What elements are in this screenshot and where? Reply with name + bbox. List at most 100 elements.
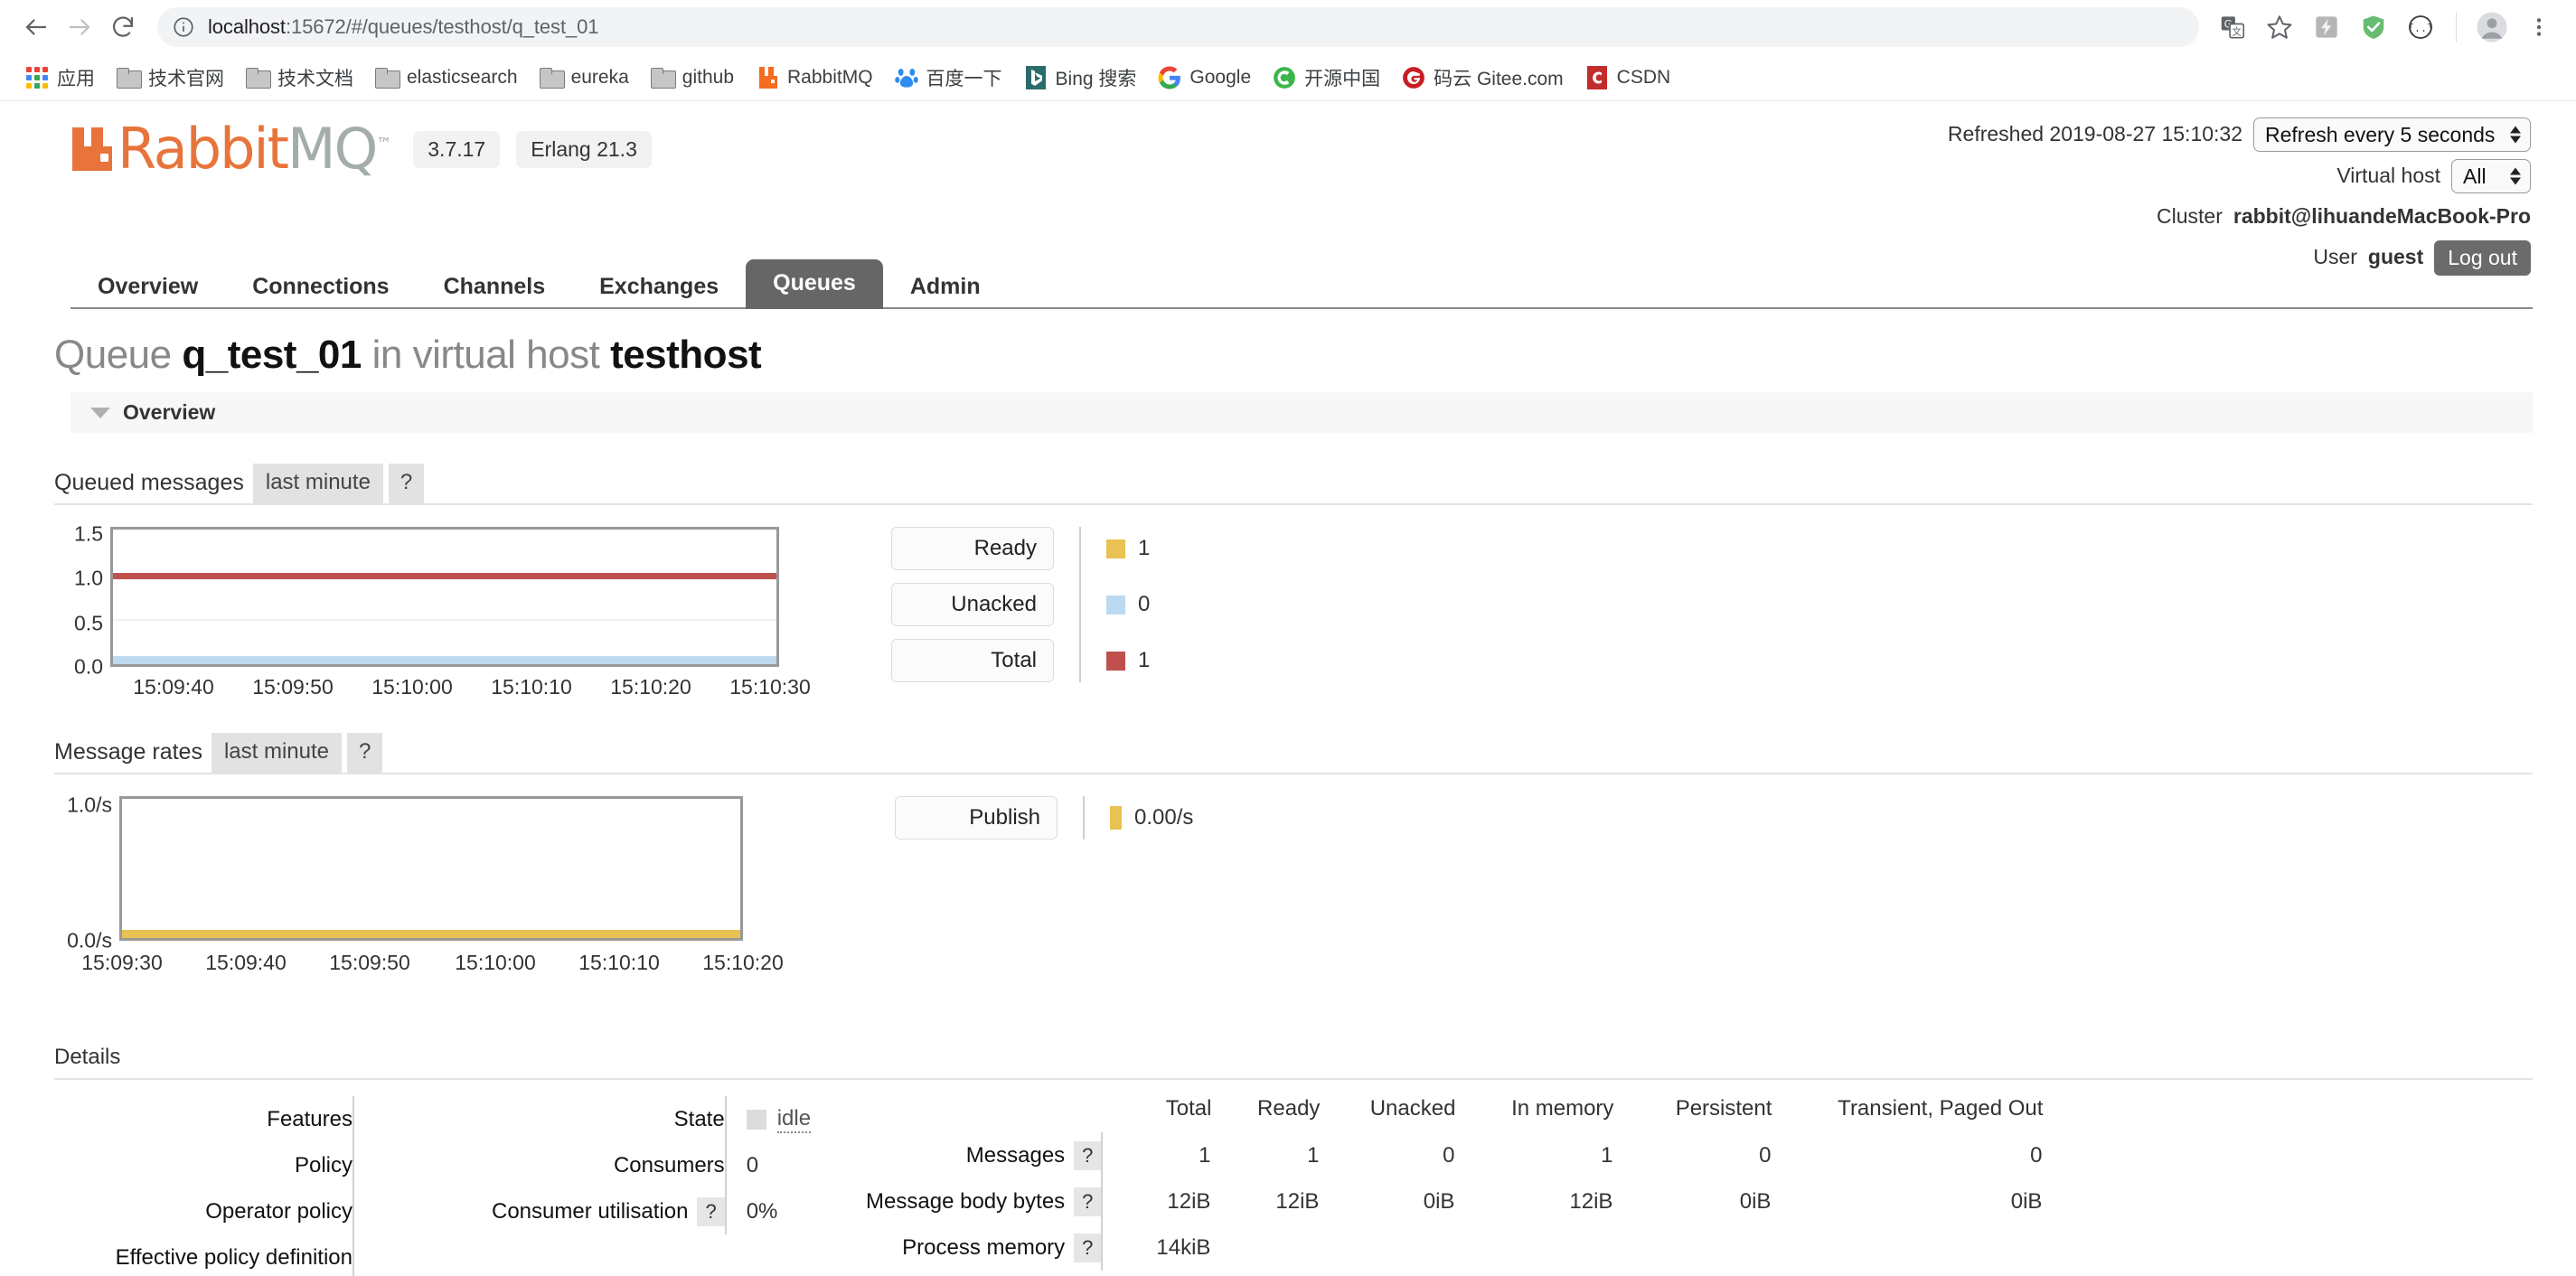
queued-messages-help-chip[interactable]: ? xyxy=(388,464,425,503)
ytick: 1.5 xyxy=(74,521,103,546)
detail-value-state: idle xyxy=(727,1096,812,1142)
adguard-shield-icon[interactable] xyxy=(2353,6,2394,48)
bookmark-google[interactable]: Google xyxy=(1147,61,1262,95)
profile-avatar-icon[interactable] xyxy=(2471,6,2513,48)
tab-channels[interactable]: Channels xyxy=(417,265,573,309)
version-badge: 3.7.17 xyxy=(413,131,501,168)
help-icon[interactable]: ? xyxy=(1074,1140,1102,1170)
bing-icon xyxy=(1024,65,1048,89)
bookmark-elasticsearch[interactable]: elasticsearch xyxy=(364,61,529,95)
chrome-menu-icon[interactable] xyxy=(2518,6,2560,48)
bookmark-star-icon[interactable] xyxy=(2259,6,2300,48)
stats-col-unacked: Unacked xyxy=(1369,1096,1456,1121)
lightning-extension-icon[interactable] xyxy=(2306,6,2347,48)
total-value: 1 xyxy=(1138,648,1151,672)
ytick: 0.0/s xyxy=(67,928,112,952)
ready-value: 1 xyxy=(1138,536,1151,560)
legend-divider xyxy=(1079,527,1081,682)
refresh-interval-select-wrap[interactable]: Refresh every 5 seconds xyxy=(2253,117,2531,152)
help-icon[interactable]: ? xyxy=(697,1196,725,1226)
tab-overview[interactable]: Overview xyxy=(71,265,225,309)
bookmark-label: Google xyxy=(1189,66,1252,88)
translate-icon[interactable]: G文 xyxy=(2212,6,2253,48)
google-icon xyxy=(1158,66,1181,89)
queued-messages-period-chip[interactable]: last minute xyxy=(252,464,383,503)
detail-value-consumers: 0 xyxy=(746,1152,759,1177)
xtick: 15:09:50 xyxy=(329,951,410,974)
refresh-interval-select[interactable]: Refresh every 5 seconds xyxy=(2253,117,2531,152)
table-row: Messages? 1 1 0 1 0 0 xyxy=(865,1132,2043,1178)
details-mid-col: State Consumers Consumer utilisation ? i… xyxy=(492,1096,812,1234)
state-square-icon xyxy=(746,1109,766,1130)
xtick: 15:09:30 xyxy=(81,951,163,974)
xtick: 15:10:00 xyxy=(455,951,536,974)
stats-table: Total Ready Unacked In memory Persistent… xyxy=(865,1096,2043,1271)
help-icon[interactable]: ? xyxy=(1074,1187,1102,1216)
xtick: 15:10:00 xyxy=(371,675,453,699)
message-rates-help-chip[interactable]: ? xyxy=(347,733,383,773)
bookmark-csdn[interactable]: CSDN xyxy=(1575,61,1682,95)
bookmark-label: elasticsearch xyxy=(407,66,518,88)
url-text: localhost:15672/#/queues/testhost/q_test… xyxy=(208,15,599,38)
table-row: Message body bytes? 12iB 12iB 0iB 12iB 0… xyxy=(865,1178,2043,1224)
bookmark-tech-docs[interactable]: 技术文档 xyxy=(235,59,364,97)
reload-icon[interactable] xyxy=(103,7,143,47)
bookmark-apps[interactable]: 应用 xyxy=(14,59,106,97)
swatch-ready-icon xyxy=(1106,539,1125,558)
queued-messages-legend: Ready Unacked Total 1 0 1 xyxy=(891,527,1150,682)
main-nav-tabs: Overview Connections Channels Exchanges … xyxy=(71,253,2533,309)
stats-label-text: Messages xyxy=(965,1142,1066,1168)
stats-col-total: Total xyxy=(1165,1096,1212,1121)
message-rates-title: Message rates xyxy=(54,739,202,765)
unacked-button[interactable]: Unacked xyxy=(891,583,1054,626)
gitee-icon xyxy=(1402,66,1425,89)
queued-messages-chart: 0.0 0.5 1.0 1.5 15:09:40 15:09:50 15:10:… xyxy=(54,522,844,702)
tab-exchanges[interactable]: Exchanges xyxy=(572,265,746,309)
vhost-label: Virtual host xyxy=(2336,164,2440,188)
address-bar[interactable]: localhost:15672/#/queues/testhost/q_test… xyxy=(157,7,2199,47)
bookmark-rabbitmq[interactable]: RabbitMQ xyxy=(745,61,884,95)
bookmark-baidu[interactable]: 百度一下 xyxy=(884,59,1013,97)
oschina-icon xyxy=(1273,66,1296,89)
bookmark-eureka[interactable]: eureka xyxy=(529,61,640,95)
apps-grid-icon xyxy=(25,66,49,89)
tab-admin[interactable]: Admin xyxy=(883,265,1008,309)
site-info-icon[interactable] xyxy=(172,15,195,39)
bookmark-tech-official[interactable]: 技术官网 xyxy=(106,59,235,97)
bookmark-oschina[interactable]: 开源中国 xyxy=(1262,59,1391,97)
vhost-select[interactable]: All xyxy=(2451,159,2531,193)
details-grid: Features Policy Operator policy Effectiv… xyxy=(54,1096,2533,1276)
bookmark-label: github xyxy=(682,66,734,88)
refreshed-label: Refreshed 2019-08-27 15:10:32 xyxy=(1947,122,2242,146)
publish-button[interactable]: Publish xyxy=(895,796,1058,840)
vhost-select-wrap[interactable]: All xyxy=(2451,159,2531,193)
ytick: 0.0 xyxy=(74,654,103,679)
queued-legend-values: 1 0 1 xyxy=(1106,527,1150,682)
ytick: 1.0/s xyxy=(67,793,112,817)
rabbitmq-header: RabbitMQ™ 3.7.17 Erlang 21.3 Refreshed 2… xyxy=(0,101,2576,276)
forward-arrow-icon[interactable] xyxy=(60,7,99,47)
logo-rabbit-text: Rabbit xyxy=(118,116,289,182)
message-rates-period-chip[interactable]: last minute xyxy=(211,733,343,773)
rabbitmq-logo[interactable]: RabbitMQ™ xyxy=(71,121,391,177)
page-title: Queue q_test_01 in virtual host testhost xyxy=(54,333,2576,378)
tab-queues[interactable]: Queues xyxy=(746,259,883,309)
details-divider xyxy=(353,1096,354,1276)
bookmark-bing[interactable]: Bing 搜索 xyxy=(1013,59,1148,97)
tab-connections[interactable]: Connections xyxy=(225,265,416,309)
xtick: 15:10:20 xyxy=(702,951,784,974)
folder-icon xyxy=(539,66,565,89)
json-viewer-icon[interactable]: {..} xyxy=(2400,6,2441,48)
queued-chart-plot xyxy=(110,527,779,667)
back-arrow-icon[interactable] xyxy=(16,7,56,47)
queued-chart-yaxis: 0.0 0.5 1.0 1.5 xyxy=(54,522,110,679)
bookmark-github[interactable]: github xyxy=(640,61,745,95)
table-row: Process memory? 14kiB xyxy=(865,1224,2043,1271)
help-icon[interactable]: ? xyxy=(1074,1233,1102,1262)
total-button[interactable]: Total xyxy=(891,639,1054,682)
details-left-labels: Features Policy Operator policy Effectiv… xyxy=(54,1096,353,1276)
xtick: 15:09:50 xyxy=(252,675,334,699)
overview-section-header[interactable]: Overview xyxy=(71,392,2533,433)
ready-button[interactable]: Ready xyxy=(891,527,1054,570)
bookmark-gitee[interactable]: 码云 Gitee.com xyxy=(1391,59,1575,97)
